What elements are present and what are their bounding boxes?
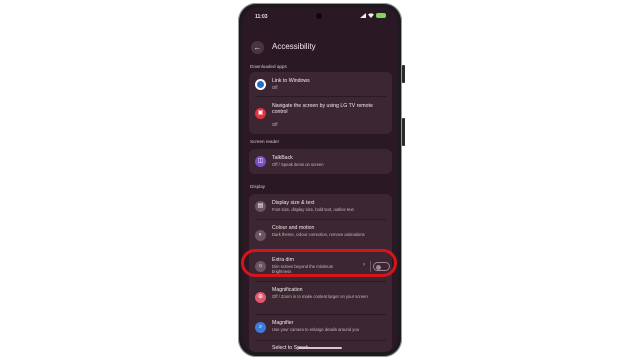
page-title: Accessibility: [272, 42, 316, 51]
screen-reader-card: ◫ TalkBack Off / Speak items on screen: [249, 149, 392, 174]
list-item-magnification[interactable]: ⊕ Magnification Off / Zoom in to make co…: [249, 282, 392, 314]
list-item-talkback[interactable]: ◫ TalkBack Off / Speak items on screen: [249, 149, 392, 174]
item-subtitle: Dark theme, colour correction, remove an…: [272, 231, 365, 237]
list-item-magnifier[interactable]: ⌕ Magnifier Use your camera to enlarge d…: [249, 315, 392, 340]
link-to-windows-icon: [255, 79, 266, 90]
item-title: Navigate the screen by using LG TV remot…: [272, 103, 373, 115]
status-icons: [360, 13, 386, 18]
item-title: Magnification: [272, 287, 303, 293]
list-item-display-size[interactable]: ▤ Display size & text Font size, display…: [249, 194, 392, 219]
item-title: Link to Windows: [272, 78, 310, 84]
downloaded-apps-card: Link to Windows Off ▣ Navigate the scree…: [249, 72, 392, 134]
battery-icon: [376, 13, 386, 18]
section-display: Display: [250, 184, 266, 189]
section-downloaded-apps: Downloaded apps: [250, 64, 287, 69]
display-size-icon: ▤: [255, 201, 266, 212]
item-title: Colour and motion: [272, 225, 315, 231]
section-screen-reader: Screen reader: [250, 139, 280, 144]
red-highlight-annotation: [241, 249, 397, 277]
camera-hole: [316, 13, 322, 19]
talkback-icon: ◫: [255, 156, 266, 167]
volume-button: [402, 65, 405, 83]
signal-icon: [360, 13, 366, 18]
list-item-colour-motion[interactable]: ◐ Colour and motion Dark theme, colour c…: [249, 220, 392, 250]
list-item-link-to-windows[interactable]: Link to Windows Off: [249, 72, 392, 96]
item-subtitle: Off / Zoom in to make content larger on …: [272, 293, 368, 299]
item-subtitle: Font size, display size, bold text, outl…: [272, 206, 354, 212]
phone-screen: 11:03 ← Accessibility Downloaded apps Li…: [242, 8, 398, 352]
item-subtitle: Off / Speak items on screen: [272, 161, 324, 167]
item-subtitle: Off: [272, 84, 278, 90]
item-title: Magnifier: [272, 320, 294, 326]
tv-remote-icon: ▣: [255, 108, 266, 119]
list-item-lg-tv[interactable]: ▣ Navigate the screen by using LG TV rem…: [249, 97, 392, 134]
item-title: Display size & text: [272, 200, 315, 206]
item-title: TalkBack: [272, 155, 293, 161]
magnification-icon: ⊕: [255, 292, 266, 303]
colour-motion-icon: ◐: [255, 230, 266, 241]
item-subtitle: Off: [272, 122, 278, 127]
gesture-home-bar[interactable]: [298, 347, 342, 349]
app-bar: ← Accessibility: [242, 38, 398, 60]
wifi-icon: [368, 13, 374, 18]
power-button: [402, 118, 405, 146]
status-bar: 11:03: [242, 8, 398, 26]
back-arrow-icon[interactable]: ←: [251, 41, 264, 54]
magnifier-icon: ⌕: [255, 322, 266, 333]
status-time: 11:03: [255, 14, 268, 20]
item-subtitle: Use your camera to enlarge details aroun…: [272, 326, 360, 332]
phone-frame: 11:03 ← Accessibility Downloaded apps Li…: [238, 3, 405, 357]
